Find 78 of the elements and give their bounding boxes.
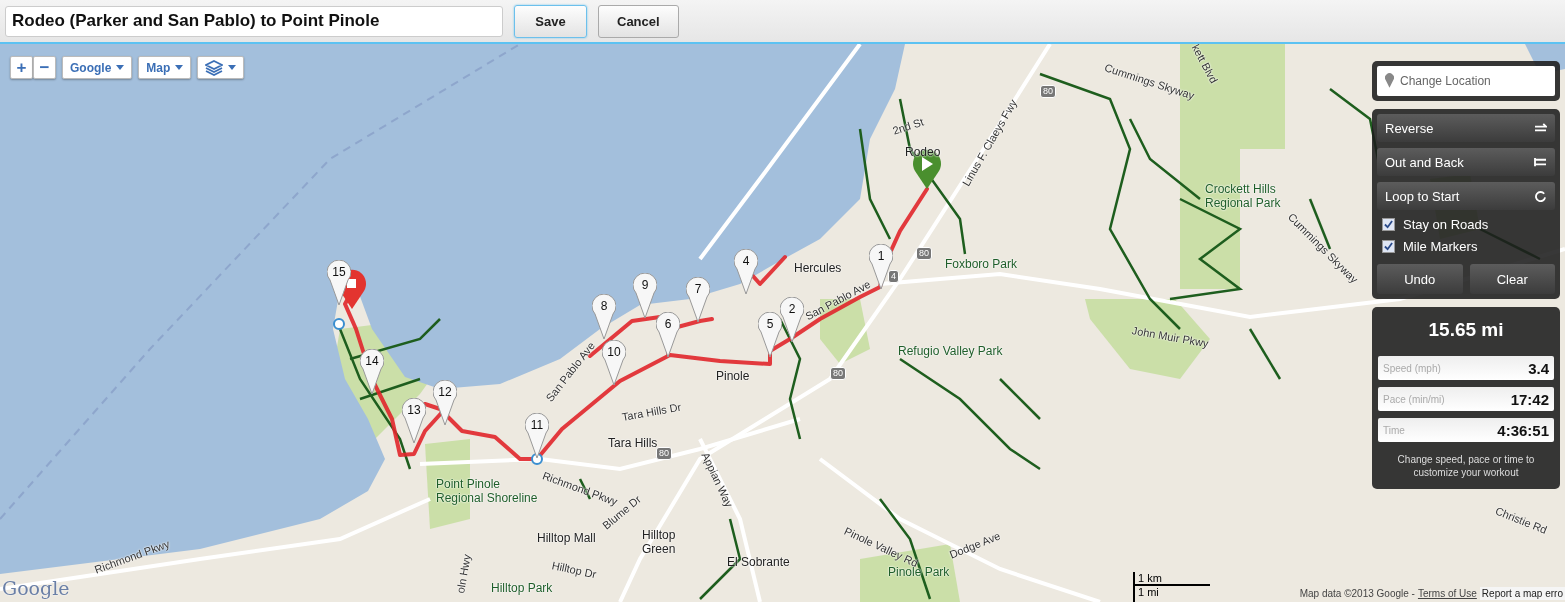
caret-icon [116, 65, 125, 70]
terms-link[interactable]: Terms of Use [1417, 588, 1477, 599]
street-label: Hilltop Dr [550, 559, 598, 581]
reverse-lines-icon [1534, 122, 1547, 134]
field-value: 17:42 [1510, 390, 1549, 408]
place-label: Pinole [716, 369, 750, 383]
highway-shield: 80 [916, 247, 932, 260]
street-label: John Muir Pkwy [1130, 324, 1210, 350]
mile-marker[interactable]: 5 [758, 312, 782, 358]
highway-shield: 4 [888, 270, 899, 283]
map-dropdown[interactable]: Google [62, 56, 133, 79]
street-label: kett Blvd [1189, 44, 1221, 86]
place-label: Hilltop Green [642, 528, 677, 556]
stat-field[interactable]: Speed (mph) 3.4 [1378, 356, 1554, 380]
place-label: Hercules [794, 261, 842, 275]
mile-marker[interactable]: 14 [360, 349, 384, 395]
place-label: Tara Hills [608, 436, 658, 450]
mile-marker[interactable]: 11 [525, 413, 549, 459]
mile-marker[interactable]: 7 [686, 277, 710, 323]
stat-field[interactable]: Pace (min/mi) 17:42 [1378, 387, 1554, 411]
report-link[interactable]: Report a map erro [1479, 587, 1565, 600]
checkbox[interactable] [1382, 239, 1395, 253]
street-label: Tara Hills Dr [620, 400, 683, 423]
caret-icon [228, 65, 237, 70]
field-label: Pace (min/mi) [1383, 393, 1445, 405]
google-logo: Google [2, 577, 70, 599]
option-label: Mile Markers [1403, 238, 1478, 254]
zoom-in-button[interactable]: + [10, 56, 33, 79]
field-value: 3.4 [1528, 359, 1549, 377]
mile-marker[interactable]: 10 [602, 340, 626, 386]
waypoint-icon [333, 318, 345, 330]
park-label: Point Pinole Regional Shoreline [436, 477, 539, 505]
highway-shield: 80 [656, 447, 672, 460]
route-action-button[interactable]: Loop to Start [1377, 182, 1555, 210]
highway-shield: 80 [830, 367, 846, 380]
field-label: Speed (mph) [1383, 362, 1441, 374]
undo-button[interactable]: Undo [1377, 264, 1463, 294]
park-label: Refugio Valley Park [898, 344, 1003, 358]
checkbox[interactable] [1382, 217, 1395, 231]
clear-button[interactable]: Clear [1469, 264, 1555, 294]
mile-marker[interactable]: 9 [633, 273, 657, 319]
mile-marker[interactable]: 6 [656, 312, 680, 358]
place-label: Hilltop Mall [537, 531, 596, 545]
option-label: Stay on Roads [1403, 216, 1489, 232]
zoom-out-button[interactable]: − [33, 56, 56, 79]
layers-icon [205, 59, 224, 76]
hint-text: Change speed, pace or time to customize your workout [1396, 453, 1536, 479]
field-value: 4:36:51 [1497, 421, 1549, 439]
highway-shield: 80 [1040, 85, 1056, 98]
caret-icon [175, 65, 184, 70]
mile-marker[interactable]: 12 [433, 380, 457, 426]
scale-bar: 1 km 1 mi [1133, 572, 1243, 602]
route-title-field[interactable]: Rodeo (Parker and San Pablo) to Point Pinole [5, 5, 503, 37]
mile-marker[interactable]: 4 [734, 249, 758, 295]
route-action-button[interactable]: Reverse [1377, 114, 1555, 142]
park-label: Foxboro Park [945, 257, 1019, 271]
street-label: Dodge Ave [947, 529, 1002, 561]
mile-marker[interactable]: 2 [780, 297, 804, 343]
place-label: El Sobrante [727, 555, 790, 569]
route-action-button[interactable]: Out and Back [1377, 148, 1555, 176]
place-label: Rodeo [905, 145, 941, 159]
park-label: Crockett Hills Regional Park [1205, 182, 1282, 210]
mile-marker[interactable]: 15 [327, 260, 351, 306]
location-field[interactable]: Change Location [1377, 66, 1555, 96]
mile-marker[interactable]: 13 [402, 398, 426, 444]
field-label: Time [1383, 424, 1405, 436]
attribution-text: Map data ©2013 Google - [1299, 588, 1415, 599]
park-label: Hilltop Park [491, 581, 554, 595]
stat-field[interactable]: Time 4:36:51 [1378, 418, 1554, 442]
street-label: 2nd St [891, 115, 926, 137]
out-and-back-lines-icon [1534, 156, 1547, 168]
distance-total: 15.65 mi [1427, 318, 1505, 342]
layers-button[interactable] [197, 56, 245, 79]
save-button[interactable]: Save [514, 4, 587, 38]
map-dropdown[interactable]: Map [138, 56, 192, 79]
cancel-button[interactable]: Cancel [598, 4, 679, 38]
street-label: oln Hwy [454, 553, 473, 595]
mile-marker[interactable]: 8 [592, 294, 616, 340]
